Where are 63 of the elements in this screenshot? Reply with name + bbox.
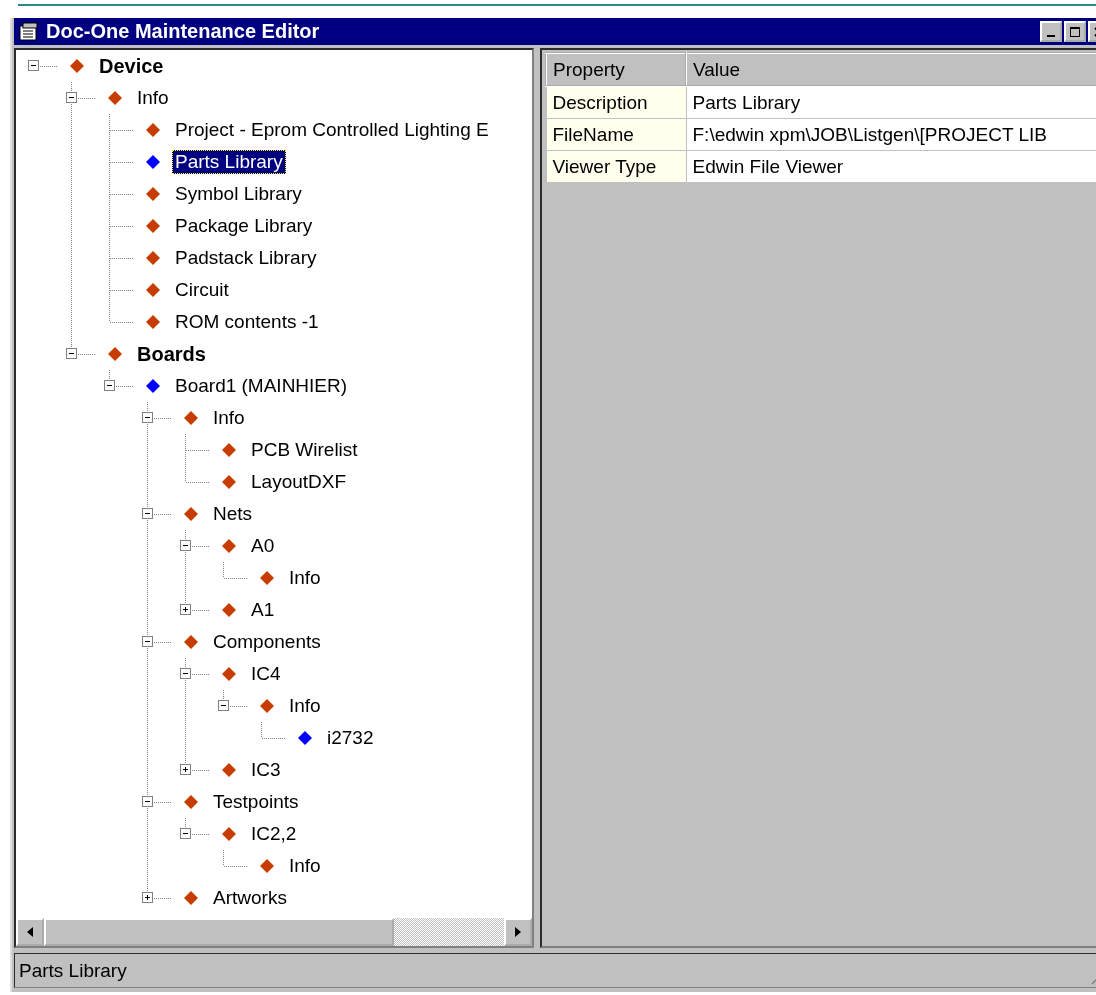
window-title: Doc-One Maintenance Editor bbox=[46, 20, 321, 43]
tree-item[interactable]: A1 bbox=[248, 598, 278, 622]
tree-item[interactable]: Artworks bbox=[210, 886, 290, 910]
collapse-icon[interactable] bbox=[142, 508, 153, 519]
tree-item[interactable]: i2732 bbox=[324, 726, 377, 750]
collapse-icon[interactable] bbox=[180, 828, 191, 839]
property-value[interactable]: Edwin File Viewer bbox=[686, 150, 1096, 183]
status-text: Parts Library bbox=[19, 959, 127, 982]
tree-item[interactable]: LayoutDXF bbox=[248, 470, 350, 494]
collapse-icon[interactable] bbox=[180, 668, 191, 679]
property-name: Viewer Type bbox=[546, 150, 686, 183]
collapse-icon[interactable] bbox=[104, 380, 115, 391]
tree-item[interactable]: Info bbox=[134, 86, 172, 110]
expand-icon[interactable] bbox=[142, 892, 153, 903]
scroll-left-button[interactable] bbox=[16, 918, 44, 946]
minimize-button[interactable] bbox=[1040, 21, 1062, 42]
collapse-icon[interactable] bbox=[180, 540, 191, 551]
tree-item[interactable]: Info bbox=[286, 566, 324, 590]
tree-item[interactable]: Symbol Library bbox=[172, 182, 305, 206]
collapse-icon[interactable] bbox=[28, 60, 39, 71]
expand-icon[interactable] bbox=[180, 604, 191, 615]
tree-item[interactable]: Board1 (MAINHIER) bbox=[172, 374, 351, 398]
tree-item[interactable]: PCB Wirelist bbox=[248, 438, 361, 462]
tree-item[interactable]: ROM contents -1 bbox=[172, 310, 322, 334]
scroll-right-button[interactable] bbox=[504, 918, 532, 946]
collapse-icon[interactable] bbox=[66, 348, 77, 359]
horizontal-scrollbar[interactable] bbox=[16, 918, 532, 946]
app-icon bbox=[18, 21, 40, 42]
right-arrow-icon bbox=[514, 926, 522, 938]
tree-item[interactable]: Parts Library bbox=[172, 150, 286, 174]
tree-item[interactable]: IC4 bbox=[248, 662, 284, 686]
collapse-icon[interactable] bbox=[66, 92, 77, 103]
tree-item[interactable]: A0 bbox=[248, 534, 278, 558]
tree-item[interactable]: Components bbox=[210, 630, 324, 654]
property-value[interactable]: Parts Library bbox=[686, 86, 1096, 119]
tree-item[interactable]: Nets bbox=[210, 502, 256, 526]
tree-item[interactable]: Device bbox=[96, 54, 167, 78]
tree-item[interactable]: Testpoints bbox=[210, 790, 302, 814]
tree-item[interactable]: Circuit bbox=[172, 278, 232, 302]
tree-item[interactable]: Info bbox=[286, 694, 324, 718]
maximize-button[interactable] bbox=[1064, 21, 1086, 42]
column-header[interactable]: Value bbox=[686, 53, 1096, 86]
tree-item[interactable]: Project - Eprom Controlled Lighting E bbox=[172, 118, 492, 142]
property-name: FileName bbox=[546, 118, 686, 151]
left-arrow-icon bbox=[26, 926, 34, 938]
maximize-icon bbox=[1069, 25, 1081, 38]
minimize-icon bbox=[1047, 34, 1055, 37]
tree-item[interactable]: Info bbox=[286, 854, 324, 878]
tree-item[interactable]: Padstack Library bbox=[172, 246, 320, 270]
tree-item[interactable]: IC3 bbox=[248, 758, 284, 782]
property-name: Description bbox=[546, 86, 686, 119]
tree-item[interactable]: Package Library bbox=[172, 214, 316, 238]
tree-item[interactable]: IC2,2 bbox=[248, 822, 300, 846]
expand-icon[interactable] bbox=[180, 764, 191, 775]
column-header[interactable]: Property bbox=[546, 53, 686, 86]
scrollbar-thumb[interactable] bbox=[44, 918, 394, 946]
collapse-icon[interactable] bbox=[142, 796, 153, 807]
collapse-icon[interactable] bbox=[142, 636, 153, 647]
collapse-icon[interactable] bbox=[218, 700, 229, 711]
property-value[interactable]: F:\edwin xpm\JOB\Listgen\[PROJECT LIB bbox=[686, 118, 1096, 151]
tree-item[interactable]: Boards bbox=[134, 342, 209, 366]
collapse-icon[interactable] bbox=[142, 412, 153, 423]
tree-item[interactable]: Info bbox=[210, 406, 248, 430]
